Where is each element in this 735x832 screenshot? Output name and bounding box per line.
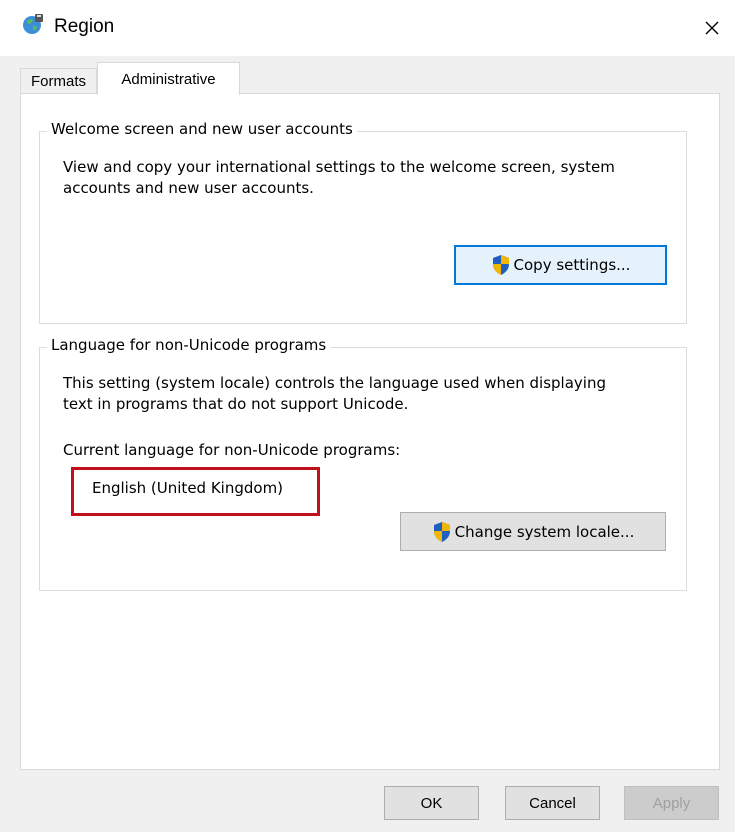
welcome-description: View and copy your international setting…	[63, 157, 673, 199]
copy-settings-button[interactable]: Copy settings...	[454, 245, 667, 285]
tab-strip: Formats Administrative	[20, 62, 720, 95]
non-unicode-group: Language for non-Unicode programs This s…	[39, 336, 687, 591]
non-unicode-description-line-1: This setting (system locale) controls th…	[63, 374, 606, 392]
uac-shield-icon	[492, 255, 509, 275]
tab-formats[interactable]: Formats	[20, 68, 97, 94]
administrative-panel: Welcome screen and new user accounts Vie…	[20, 93, 720, 770]
change-system-locale-label: Change system locale...	[454, 522, 635, 541]
close-button[interactable]	[689, 0, 735, 56]
close-icon	[705, 21, 719, 35]
region-dialog: Region Formats Administrative Welcome sc…	[0, 0, 735, 832]
non-unicode-group-legend: Language for non-Unicode programs	[47, 336, 331, 354]
welcome-description-line-1: View and copy your international setting…	[63, 158, 615, 176]
change-system-locale-button[interactable]: Change system locale...	[400, 512, 666, 551]
copy-settings-label: Copy settings...	[513, 256, 631, 274]
welcome-description-line-2: accounts and new user accounts.	[63, 179, 314, 197]
welcome-group-legend: Welcome screen and new user accounts	[47, 120, 357, 138]
non-unicode-description: This setting (system locale) controls th…	[63, 373, 673, 415]
window-title: Region	[54, 16, 115, 37]
welcome-screen-group: Welcome screen and new user accounts Vie…	[39, 120, 687, 324]
apply-button[interactable]: Apply	[624, 786, 719, 820]
title-bar: Region	[0, 0, 735, 56]
globe-icon	[23, 14, 43, 34]
current-language-value: English (United Kingdom)	[92, 479, 284, 497]
current-language-label: Current language for non-Unicode program…	[63, 441, 401, 459]
tab-administrative[interactable]: Administrative	[97, 62, 240, 95]
non-unicode-description-line-2: text in programs that do not support Uni…	[63, 395, 409, 413]
uac-shield-icon	[433, 521, 450, 542]
cancel-button[interactable]: Cancel	[505, 786, 600, 820]
ok-button[interactable]: OK	[384, 786, 479, 820]
